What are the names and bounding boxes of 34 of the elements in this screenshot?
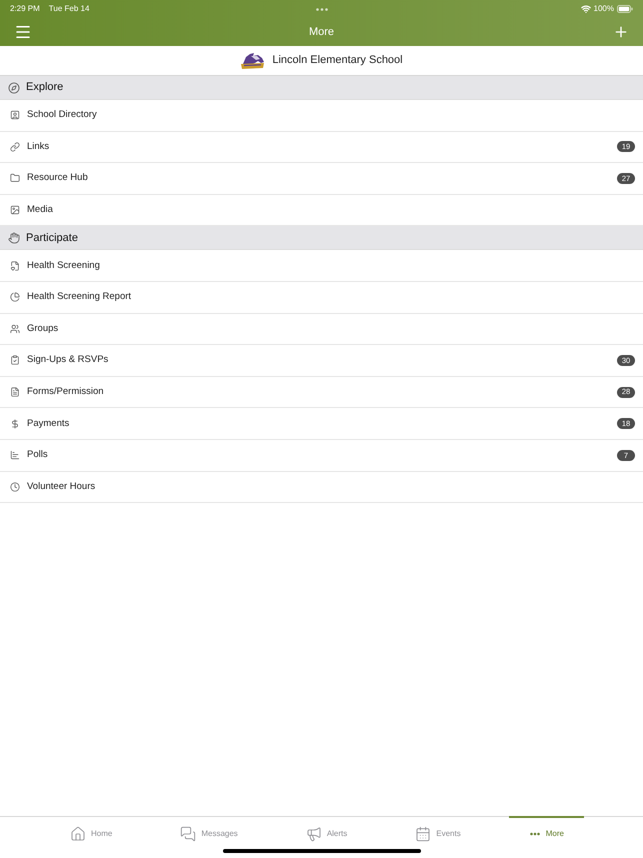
compass-icon [8, 82, 20, 94]
clock-icon [10, 482, 20, 492]
document-icon [10, 260, 20, 271]
status-time: 2:29 PM [10, 3, 40, 15]
tab[interactable]: More [508, 816, 584, 842]
multitask-dots-icon [316, 8, 328, 10]
clipboard-check-icon [10, 355, 20, 366]
section-title: Explore [26, 80, 64, 96]
bar-chart-icon [10, 450, 20, 460]
status-date: Tue Feb 14 [48, 3, 90, 15]
mascot-logo-icon [240, 52, 266, 70]
home-icon [70, 826, 86, 842]
dollar-icon [10, 418, 20, 429]
battery-icon [617, 5, 633, 13]
add-button[interactable] [613, 24, 629, 40]
nav-title: More [308, 24, 334, 40]
menu-button[interactable] [14, 23, 32, 41]
wifi-icon [580, 4, 591, 14]
chat-bubbles-icon [180, 826, 196, 842]
battery-percent: 100% [594, 3, 614, 15]
contact-card-icon [10, 110, 20, 120]
hand-icon [8, 232, 20, 244]
image-icon [10, 205, 20, 216]
add-icon [613, 24, 629, 40]
megaphone-icon [306, 826, 322, 842]
link-icon [10, 142, 20, 152]
menu-icon [14, 23, 32, 41]
section-title: Participate [26, 230, 78, 246]
folder-icon [10, 173, 20, 184]
people-icon [10, 324, 20, 334]
calendar-icon [415, 826, 432, 842]
school-name: Lincoln Elementary School [272, 53, 403, 68]
pie-chart-icon [10, 292, 20, 302]
document-icon [10, 387, 20, 398]
